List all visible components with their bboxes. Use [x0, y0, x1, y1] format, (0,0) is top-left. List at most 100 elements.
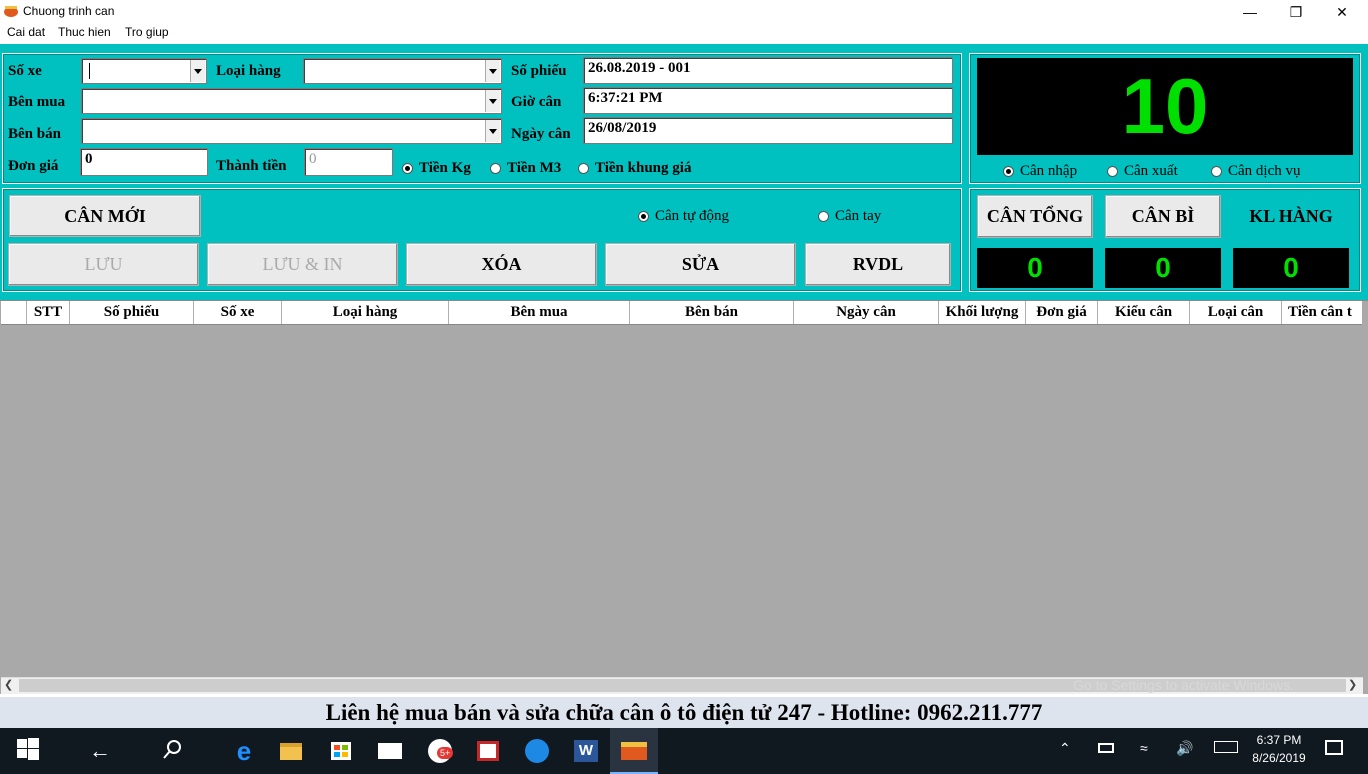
column-header-loai-hang[interactable]: Loại hàng	[282, 301, 449, 324]
notification-center-icon[interactable]	[1325, 740, 1343, 755]
price-mode-kg[interactable]: Tiền Kg	[402, 160, 471, 177]
column-header-don-gia[interactable]: Đơn giá	[1026, 301, 1098, 324]
network-tool-icon[interactable]	[472, 735, 504, 767]
windows-start-icon[interactable]	[17, 738, 39, 760]
ngay-can-field[interactable]: 26/08/2019	[583, 117, 953, 144]
clock-time[interactable]: 6:37 PM	[1252, 733, 1306, 747]
can-tong-display: 0	[977, 248, 1093, 288]
ben-ban-combo[interactable]	[81, 118, 502, 144]
radio-icon[interactable]	[1211, 166, 1222, 177]
column-header-loai-can[interactable]: Loại cân	[1190, 301, 1282, 324]
column-header-ben-ban[interactable]: Bên bán	[630, 301, 794, 324]
loai-hang-combo[interactable]	[303, 58, 502, 84]
so-phieu-label: Số phiếu	[511, 63, 567, 79]
menu-tro-giup[interactable]: Tro giup	[125, 25, 169, 39]
weight-display: 10	[977, 58, 1353, 155]
column-header-tien-can[interactable]: Tiền cân t	[1282, 301, 1362, 324]
keyboard-icon[interactable]	[1214, 741, 1238, 753]
menu-cai-dat[interactable]: Cai dat	[7, 25, 45, 39]
search-icon[interactable]	[163, 739, 183, 759]
radio-icon[interactable]	[638, 211, 649, 222]
column-header-khoi-luong[interactable]: Khối lượng	[939, 301, 1026, 324]
column-header-stt[interactable]: STT	[27, 301, 70, 324]
edge-browser-icon[interactable]: e	[228, 735, 260, 767]
ben-ban-label: Bên bán	[8, 126, 61, 142]
thanh-tien-label: Thành tiền	[216, 158, 287, 174]
so-phieu-field[interactable]: 26.08.2019 - 001	[583, 57, 953, 84]
word-icon[interactable]: W	[570, 735, 602, 767]
battery-icon[interactable]	[1098, 743, 1114, 753]
column-header-ngay-can[interactable]: Ngày cân	[794, 301, 939, 324]
footer-banner: Liên hệ mua bán và sửa chữa cân ô tô điệ…	[0, 697, 1368, 728]
gio-can-field[interactable]: 6:37:21 PM	[583, 87, 953, 114]
menu-thuc-hien[interactable]: Thuc hien	[58, 25, 111, 39]
rvdl-button[interactable]: RVDL	[805, 243, 951, 286]
radio-icon[interactable]	[490, 163, 501, 174]
column-header-so-phieu[interactable]: Số phiếu	[70, 301, 194, 324]
records-grid[interactable]	[0, 300, 1368, 694]
can-moi-button[interactable]: CÂN MỚI	[9, 195, 201, 237]
chevron-up-icon[interactable]: ⌃	[1059, 740, 1071, 757]
weigh-type-nhap[interactable]: Cân nhập	[1003, 163, 1077, 180]
thanh-tien-input[interactable]: 0	[304, 148, 393, 176]
sua-button[interactable]: SỬA	[605, 243, 796, 286]
chevron-down-icon[interactable]	[485, 90, 500, 112]
column-header-kieu-can[interactable]: Kiểu cân	[1098, 301, 1190, 324]
price-mode-kg-label: Tiền Kg	[419, 160, 471, 176]
loai-hang-label: Loại hàng	[216, 63, 281, 79]
mail-icon[interactable]	[374, 735, 406, 767]
weigh-type-dich-vu[interactable]: Cân dịch vụ	[1211, 163, 1301, 180]
manual-mode-label: Cân tay	[835, 208, 882, 224]
chevron-down-icon[interactable]	[485, 120, 500, 142]
row-selector-header	[1, 301, 27, 324]
radio-icon[interactable]	[1003, 166, 1014, 177]
column-header-so-xe[interactable]: Số xe	[194, 301, 282, 324]
maximize-button[interactable]: ❐	[1273, 0, 1319, 24]
don-gia-label: Đơn giá	[8, 158, 59, 174]
price-mode-khung-gia-label: Tiền khung giá	[595, 160, 692, 176]
manual-mode-radio[interactable]: Cân tay	[818, 208, 881, 225]
close-button[interactable]: ✕	[1319, 0, 1365, 24]
column-header-ben-mua[interactable]: Bên mua	[449, 301, 630, 324]
xoa-button[interactable]: XÓA	[406, 243, 597, 286]
teamviewer-icon[interactable]	[521, 735, 553, 767]
price-mode-m3[interactable]: Tiền M3	[490, 160, 561, 177]
weighing-app-icon[interactable]	[618, 735, 650, 767]
auto-mode-label: Cân tự động	[655, 208, 729, 224]
radio-icon[interactable]	[1107, 166, 1118, 177]
chevron-down-icon[interactable]	[190, 60, 205, 82]
weigh-type-nhap-label: Cân nhập	[1020, 163, 1078, 179]
scroll-right-icon[interactable]: ❯	[1348, 678, 1357, 691]
file-explorer-icon[interactable]	[275, 735, 307, 767]
clock-date[interactable]: 8/26/2019	[1250, 751, 1308, 765]
can-bi-display: 0	[1105, 248, 1221, 288]
price-mode-khung-gia[interactable]: Tiền khung giá	[578, 160, 691, 177]
can-tong-button[interactable]: CÂN TỔNG	[977, 195, 1093, 238]
minimize-button[interactable]: —	[1227, 0, 1273, 24]
gio-can-label: Giờ cân	[511, 94, 562, 110]
luu-button[interactable]: LƯU	[8, 243, 199, 286]
ngay-can-label: Ngày cân	[511, 126, 571, 142]
weigh-type-dich-vu-label: Cân dịch vụ	[1228, 163, 1301, 179]
can-bi-button[interactable]: CÂN BÌ	[1105, 195, 1221, 238]
chevron-down-icon[interactable]	[485, 60, 500, 82]
auto-mode-radio[interactable]: Cân tự động	[638, 208, 729, 225]
store-icon[interactable]	[325, 735, 357, 767]
wifi-icon[interactable]: ≈	[1140, 740, 1148, 756]
radio-icon[interactable]	[818, 211, 829, 222]
weigh-type-xuat-label: Cân xuất	[1124, 163, 1178, 179]
volume-icon[interactable]: 🔊	[1176, 740, 1193, 757]
scroll-left-icon[interactable]: ❮	[4, 678, 13, 691]
back-arrow-icon[interactable]: ←	[84, 735, 116, 767]
app-icon	[4, 6, 18, 17]
radio-icon[interactable]	[402, 163, 413, 174]
kl-hang-label: KL HÀNG	[1249, 206, 1333, 226]
weigh-type-xuat[interactable]: Cân xuất	[1107, 163, 1178, 180]
luu-in-button[interactable]: LƯU & IN	[207, 243, 398, 286]
text-cursor	[89, 63, 90, 79]
activation-watermark: Go to Settings to activate Windows.	[1073, 677, 1294, 693]
radio-icon[interactable]	[578, 163, 589, 174]
so-xe-combo[interactable]	[81, 58, 207, 84]
ben-mua-combo[interactable]	[81, 88, 502, 114]
don-gia-input[interactable]: 0	[80, 148, 208, 176]
